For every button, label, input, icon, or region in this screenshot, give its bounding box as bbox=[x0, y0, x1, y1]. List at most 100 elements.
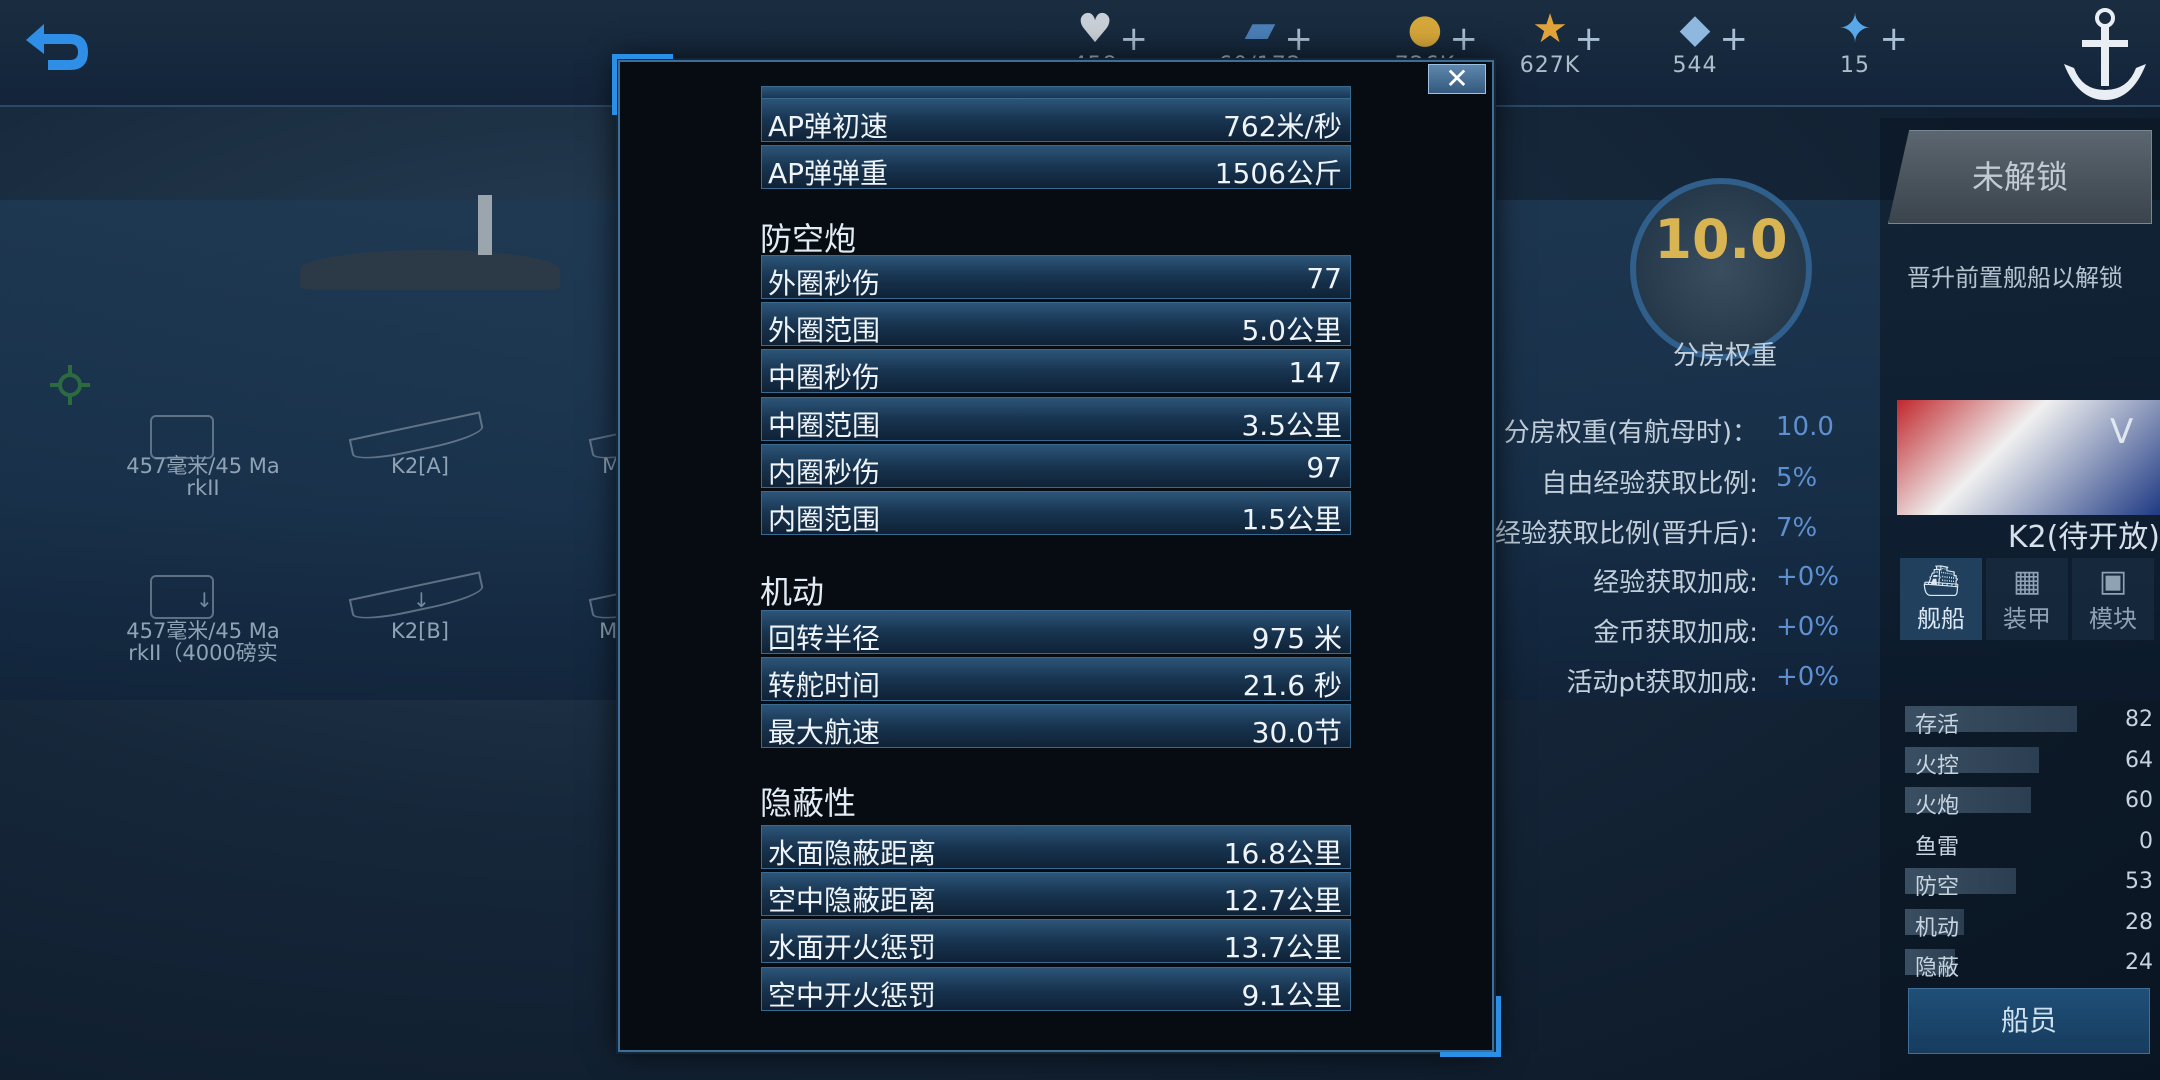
star-medal-icon: ★ bbox=[1532, 6, 1568, 52]
row-label: 中圈范围 bbox=[768, 408, 881, 442]
row-label: AP弹初速 bbox=[768, 110, 889, 143]
heart-icon: ♥ bbox=[1077, 6, 1113, 52]
plus-icon[interactable]: + bbox=[1450, 19, 1479, 59]
modal-corner-decoration bbox=[612, 54, 673, 115]
row-value: 1.5公里 bbox=[1241, 503, 1342, 536]
info-value: 10.0 bbox=[1776, 412, 1834, 442]
tab-module[interactable]: ▣ 模块 bbox=[2072, 558, 2154, 640]
stat-value: 53 bbox=[2125, 869, 2153, 894]
plus-icon[interactable]: + bbox=[1285, 19, 1314, 59]
resource-star-medal[interactable]: ★ +627K bbox=[1495, 5, 1605, 95]
lighthouse-scenery bbox=[478, 195, 492, 255]
stat-row: 火控 64 bbox=[1905, 746, 2155, 779]
module-item[interactable]: 457毫米/45 Ma rkII bbox=[118, 455, 288, 499]
locked-button[interactable]: 未解锁 bbox=[1888, 130, 2152, 224]
tab-armor[interactable]: ▦ 装甲 bbox=[1986, 558, 2068, 640]
back-button[interactable] bbox=[18, 18, 98, 78]
resource-diamond[interactable]: ◆ +544 bbox=[1640, 5, 1750, 95]
row-label: 回转半径 bbox=[768, 622, 881, 655]
anchor-icon[interactable] bbox=[2050, 0, 2160, 110]
row-label: 空中隐蔽距离 bbox=[768, 884, 937, 918]
stat-detail-row: 中圈范围 3.5公里 bbox=[761, 396, 1351, 442]
resource-gem[interactable]: ✦ +15 bbox=[1800, 5, 1910, 95]
stat-label: 防空 bbox=[1915, 875, 1960, 900]
diamond-icon: ◆ bbox=[1679, 6, 1711, 52]
stat-detail-row: 中圈秒伤 147 bbox=[761, 349, 1351, 395]
row-value: 21.6 秒 bbox=[1242, 669, 1342, 703]
tab-label: 装甲 bbox=[2003, 605, 2051, 633]
plus-icon[interactable]: + bbox=[1120, 19, 1149, 59]
plus-icon[interactable]: + bbox=[1880, 19, 1909, 59]
ship-icon: ⛴ bbox=[1921, 564, 1961, 599]
row-value: 30.0节 bbox=[1251, 716, 1342, 750]
info-value: +0% bbox=[1776, 562, 1840, 592]
info-value: 7% bbox=[1776, 513, 1818, 543]
row-label: 转舵时间 bbox=[768, 669, 881, 703]
stat-label: 火炮 bbox=[1915, 794, 1960, 819]
armor-icon: ▦ bbox=[2012, 564, 2042, 599]
section-title: 防空炮 bbox=[760, 220, 857, 258]
stat-detail-row: 回转半径 975 米 bbox=[761, 610, 1351, 655]
rating-value: 10.0 bbox=[1654, 208, 1788, 271]
row-value: 762米/秒 bbox=[1223, 110, 1342, 143]
gold-coin-icon: ● bbox=[1407, 6, 1443, 52]
stat-row: 隐蔽 24 bbox=[1905, 949, 2155, 981]
row-value: 12.7公里 bbox=[1223, 884, 1342, 918]
stat-row: 机动 28 bbox=[1905, 908, 2155, 941]
stat-detail-row: 空中隐蔽距离 12.7公里 bbox=[761, 872, 1351, 918]
section-title: 机动 bbox=[760, 573, 825, 611]
stat-row: 防空 53 bbox=[1905, 868, 2155, 900]
row-value: 1506公斤 bbox=[1214, 157, 1342, 190]
rating-label: 分房权重 bbox=[1672, 341, 1777, 371]
row-label: 外圈范围 bbox=[768, 314, 881, 348]
stat-detail-row: 内圈范围 1.5公里 bbox=[761, 491, 1351, 536]
stat-label: 隐蔽 bbox=[1915, 956, 1960, 981]
module-item[interactable]: K2[B] bbox=[335, 620, 505, 642]
tab-label: 模块 bbox=[2089, 605, 2137, 633]
stat-value: 60 bbox=[2125, 788, 2153, 813]
module-icon: ▣ bbox=[2098, 564, 2128, 599]
row-value: 97 bbox=[1306, 450, 1342, 484]
plus-icon[interactable]: + bbox=[1720, 19, 1749, 59]
close-button[interactable]: ✕ bbox=[1428, 64, 1486, 94]
stat-label: 存活 bbox=[1915, 713, 1960, 738]
row-value: 16.8公里 bbox=[1223, 837, 1342, 870]
row-value: 975 米 bbox=[1251, 622, 1342, 655]
module-item[interactable]: 457毫米/45 Ma rkII（4000磅实 bbox=[118, 620, 288, 664]
stat-value: 28 bbox=[2125, 909, 2153, 935]
crosshair-icon bbox=[50, 365, 90, 405]
stat-value: 24 bbox=[2125, 950, 2153, 975]
tab-ship[interactable]: ⛴ 舰船 bbox=[1900, 558, 1982, 640]
stat-detail-row: 外圈范围 5.0公里 bbox=[761, 302, 1351, 348]
plus-icon[interactable]: + bbox=[1575, 19, 1604, 59]
row-label: 空中开火惩罚 bbox=[768, 978, 937, 1012]
crew-button[interactable]: 船员 bbox=[1908, 988, 2150, 1054]
stat-value: 82 bbox=[2125, 707, 2153, 732]
stat-row: 存活 82 bbox=[1905, 706, 2155, 738]
module-name: 457毫米/45 Ma rkII bbox=[126, 454, 280, 500]
row-value: 77 bbox=[1306, 262, 1342, 295]
row-value: 13.7公里 bbox=[1223, 931, 1342, 965]
row-label: 中圈秒伤 bbox=[768, 361, 881, 395]
stat-detail-row: 最大航速 30.0节 bbox=[761, 704, 1351, 750]
row-label: 水面开火惩罚 bbox=[768, 931, 937, 965]
stat-detail-row: 外圈秒伤 77 bbox=[761, 255, 1351, 300]
locked-label: 未解锁 bbox=[1971, 158, 2068, 196]
stat-detail-row: AP弹弹重 1506公斤 bbox=[761, 145, 1351, 190]
info-value: +0% bbox=[1776, 612, 1840, 642]
stat-detail-row: 内圈秒伤 97 bbox=[761, 443, 1351, 489]
stat-value: 0 bbox=[2139, 828, 2153, 854]
unlock-hint: 晋升前置舰船以解锁 bbox=[1907, 264, 2123, 292]
stat-detail-row: 空中开火惩罚 9.1公里 bbox=[761, 966, 1351, 1012]
row-label: 内圈秒伤 bbox=[768, 455, 881, 489]
row-label: 水面隐蔽距离 bbox=[768, 837, 937, 870]
section-title: 隐蔽性 bbox=[760, 784, 857, 822]
module-name: K2[B] bbox=[391, 619, 449, 643]
card-icon: ▰ bbox=[1244, 6, 1276, 52]
stat-detail-row: AP弹初速 762米/秒 bbox=[761, 98, 1351, 143]
ship-tier: V bbox=[2110, 412, 2134, 452]
stat-detail-row: 转舵时间 21.6 秒 bbox=[761, 657, 1351, 703]
modal-corner-decoration bbox=[1440, 996, 1501, 1057]
back-arrow-icon bbox=[26, 24, 88, 70]
row-value: 3.5公里 bbox=[1241, 408, 1342, 442]
